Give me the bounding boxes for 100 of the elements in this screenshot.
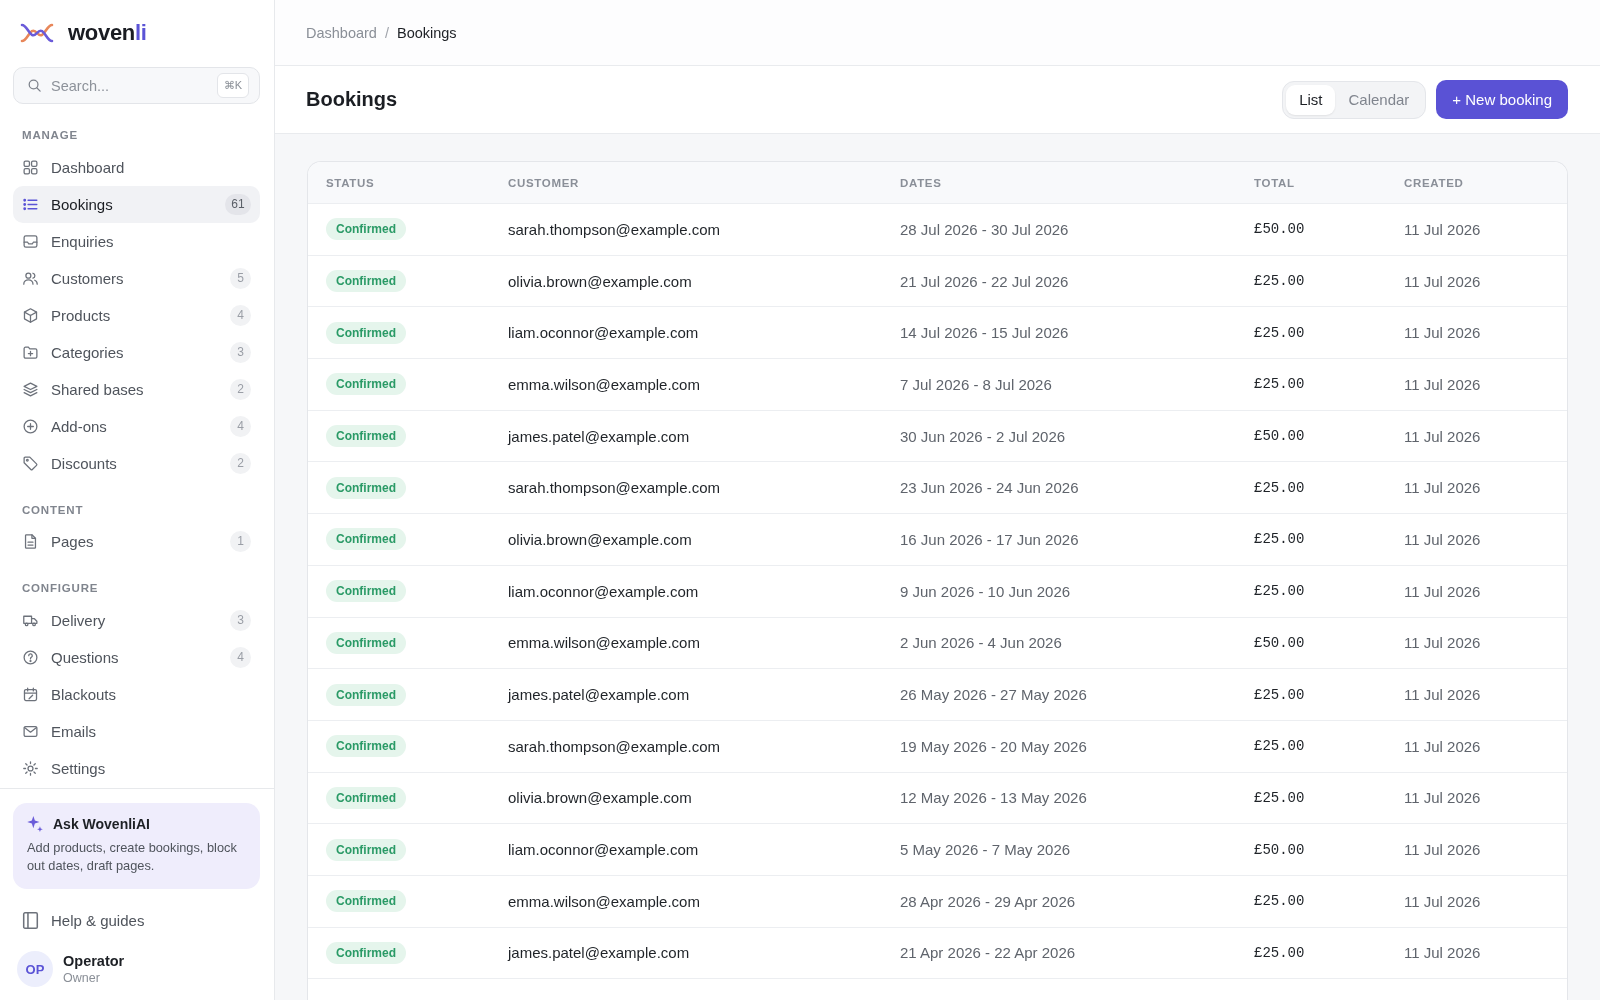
total-amount: £25.00	[1254, 686, 1305, 703]
sparkle-icon	[27, 816, 43, 832]
user-name: Operator	[63, 952, 125, 970]
customer-email: james.patel@example.com	[508, 944, 690, 962]
status-badge: Confirmed	[326, 838, 406, 861]
customer-email: olivia.brown@example.com	[508, 530, 692, 548]
total-amount: £50.00	[1254, 428, 1305, 445]
column-header: STATUS	[326, 176, 375, 189]
date-range: 5 May 2026 - 7 May 2026	[900, 841, 1071, 859]
nav-item[interactable]: Shared bases 2	[13, 370, 260, 408]
help-link[interactable]: Help & guides	[13, 902, 260, 938]
item-count: 4	[230, 304, 251, 326]
nav-item[interactable]: Questions 4	[13, 638, 260, 676]
customer-email: liam.oconnor@example.com	[508, 841, 699, 859]
customer-email: emma.wilson@example.com	[508, 634, 700, 652]
status-badge: Confirmed	[326, 735, 406, 758]
customer-email: emma.wilson@example.com	[508, 375, 700, 393]
total-amount: £25.00	[1254, 893, 1305, 910]
section-heading: CONTENT	[21, 502, 85, 518]
date-range: 9 Jun 2026 - 10 Jun 2026	[900, 582, 1071, 600]
date-range: 16 Jun 2026 - 17 Jun 2026	[900, 530, 1079, 548]
date-range: 7 Jul 2026 - 8 Jul 2026	[900, 375, 1052, 393]
status-badge: Confirmed	[326, 580, 406, 603]
section-heading: MANAGE	[21, 128, 79, 143]
created-date: 11 Jul 2026	[1404, 324, 1481, 342]
total-amount: £50.00	[1254, 634, 1305, 651]
status-badge: Confirmed	[326, 941, 406, 964]
inbox-icon	[22, 232, 39, 250]
user-role: Owner	[63, 970, 100, 986]
ask-ai-card[interactable]: Ask WovenliAI Add products, create bookings, block out dates, draft pages.	[13, 803, 260, 889]
item-count: 4	[230, 646, 251, 668]
item-count: 3	[230, 609, 251, 631]
total-amount: £25.00	[1254, 583, 1305, 600]
layers-icon	[22, 380, 39, 398]
total-amount: £25.00	[1254, 324, 1305, 341]
created-date: 11 Jul 2026	[1404, 375, 1481, 393]
created-date: 11 Jul 2026	[1404, 892, 1481, 910]
nav-item[interactable]: Settings	[13, 749, 260, 787]
date-range: 21 Jul 2026 - 22 Jul 2026	[900, 272, 1069, 290]
created-date: 11 Jul 2026	[1404, 427, 1481, 445]
nav-item[interactable]: Dashboard	[13, 148, 260, 186]
status-badge: Confirmed	[326, 321, 406, 344]
created-date: 11 Jul 2026	[1404, 582, 1481, 600]
view-tab[interactable]: List	[1286, 84, 1336, 115]
item-count: 2	[230, 452, 251, 474]
created-date: 11 Jul 2026	[1404, 479, 1481, 497]
nav-item[interactable]: Pages 1	[13, 523, 260, 560]
created-date: 11 Jul 2026	[1404, 530, 1481, 548]
nav-item[interactable]: Add-ons 4	[13, 407, 260, 445]
nav-item[interactable]: Delivery 3	[13, 601, 260, 639]
customer-email: liam.oconnor@example.com	[508, 582, 699, 600]
calendar-icon	[22, 685, 39, 703]
created-date: 11 Jul 2026	[1404, 789, 1481, 807]
nav-item[interactable]: Emails	[13, 712, 260, 750]
section-heading: CONFIGURE	[21, 581, 100, 596]
search-icon	[27, 78, 42, 93]
date-range: 30 Jun 2026 - 2 Jul 2026	[900, 427, 1066, 445]
date-range: 14 Jul 2026 - 15 Jul 2026	[900, 324, 1069, 342]
nav-item[interactable]: Categories 3	[13, 333, 260, 371]
item-count: 4	[230, 415, 251, 437]
created-date: 11 Jul 2026	[1404, 272, 1481, 290]
book-icon	[22, 911, 39, 929]
nav-item[interactable]: Enquiries	[13, 222, 260, 260]
page-title: Bookings	[306, 88, 398, 111]
created-date: 11 Jul 2026	[1404, 841, 1481, 859]
status-badge: Confirmed	[326, 425, 406, 448]
nav-item[interactable]: Customers 5	[13, 259, 260, 297]
column-header: TOTAL	[1254, 176, 1295, 189]
status-badge: Confirmed	[326, 476, 406, 499]
tag-icon	[22, 454, 39, 472]
new-booking-button[interactable]: + New booking	[1436, 80, 1568, 119]
date-range: 26 May 2026 - 27 May 2026	[900, 686, 1087, 704]
total-amount: £25.00	[1254, 531, 1305, 548]
customer-email: james.patel@example.com	[508, 686, 690, 704]
status-badge: Confirmed	[326, 631, 406, 654]
date-range: 12 May 2026 - 13 May 2026	[900, 789, 1087, 807]
item-count: 61	[225, 193, 251, 215]
created-date: 11 Jul 2026	[1404, 944, 1481, 962]
document-icon	[22, 533, 39, 550]
customer-email: liam.oconnor@example.com	[508, 324, 699, 342]
status-badge: Confirmed	[326, 786, 406, 809]
breadcrumb-separator: /	[384, 24, 389, 41]
nav-item[interactable]: Discounts 2	[13, 444, 260, 482]
customer-email: sarah.thompson@example.com	[508, 479, 720, 497]
created-date: 11 Jul 2026	[1404, 686, 1481, 704]
status-badge: Confirmed	[326, 270, 406, 293]
customer-email: emma.wilson@example.com	[508, 892, 700, 910]
nav-item[interactable]: Blackouts	[13, 675, 260, 713]
nav-item[interactable]: Bookings 61	[13, 185, 260, 223]
column-header: DATES	[900, 176, 942, 189]
shortcut-key: ⌘K	[216, 73, 249, 98]
status-badge: Confirmed	[326, 528, 406, 551]
customer-email: olivia.brown@example.com	[508, 272, 692, 290]
total-amount: £25.00	[1254, 273, 1305, 290]
total-amount: £25.00	[1254, 479, 1305, 496]
ask-ai-title: Ask WovenliAI	[53, 816, 150, 832]
nav-item[interactable]: Products 4	[13, 296, 260, 334]
date-range: 28 Jul 2026 - 30 Jul 2026	[900, 220, 1069, 238]
column-header: CUSTOMER	[508, 176, 580, 189]
avatar[interactable]: OP	[17, 951, 53, 987]
